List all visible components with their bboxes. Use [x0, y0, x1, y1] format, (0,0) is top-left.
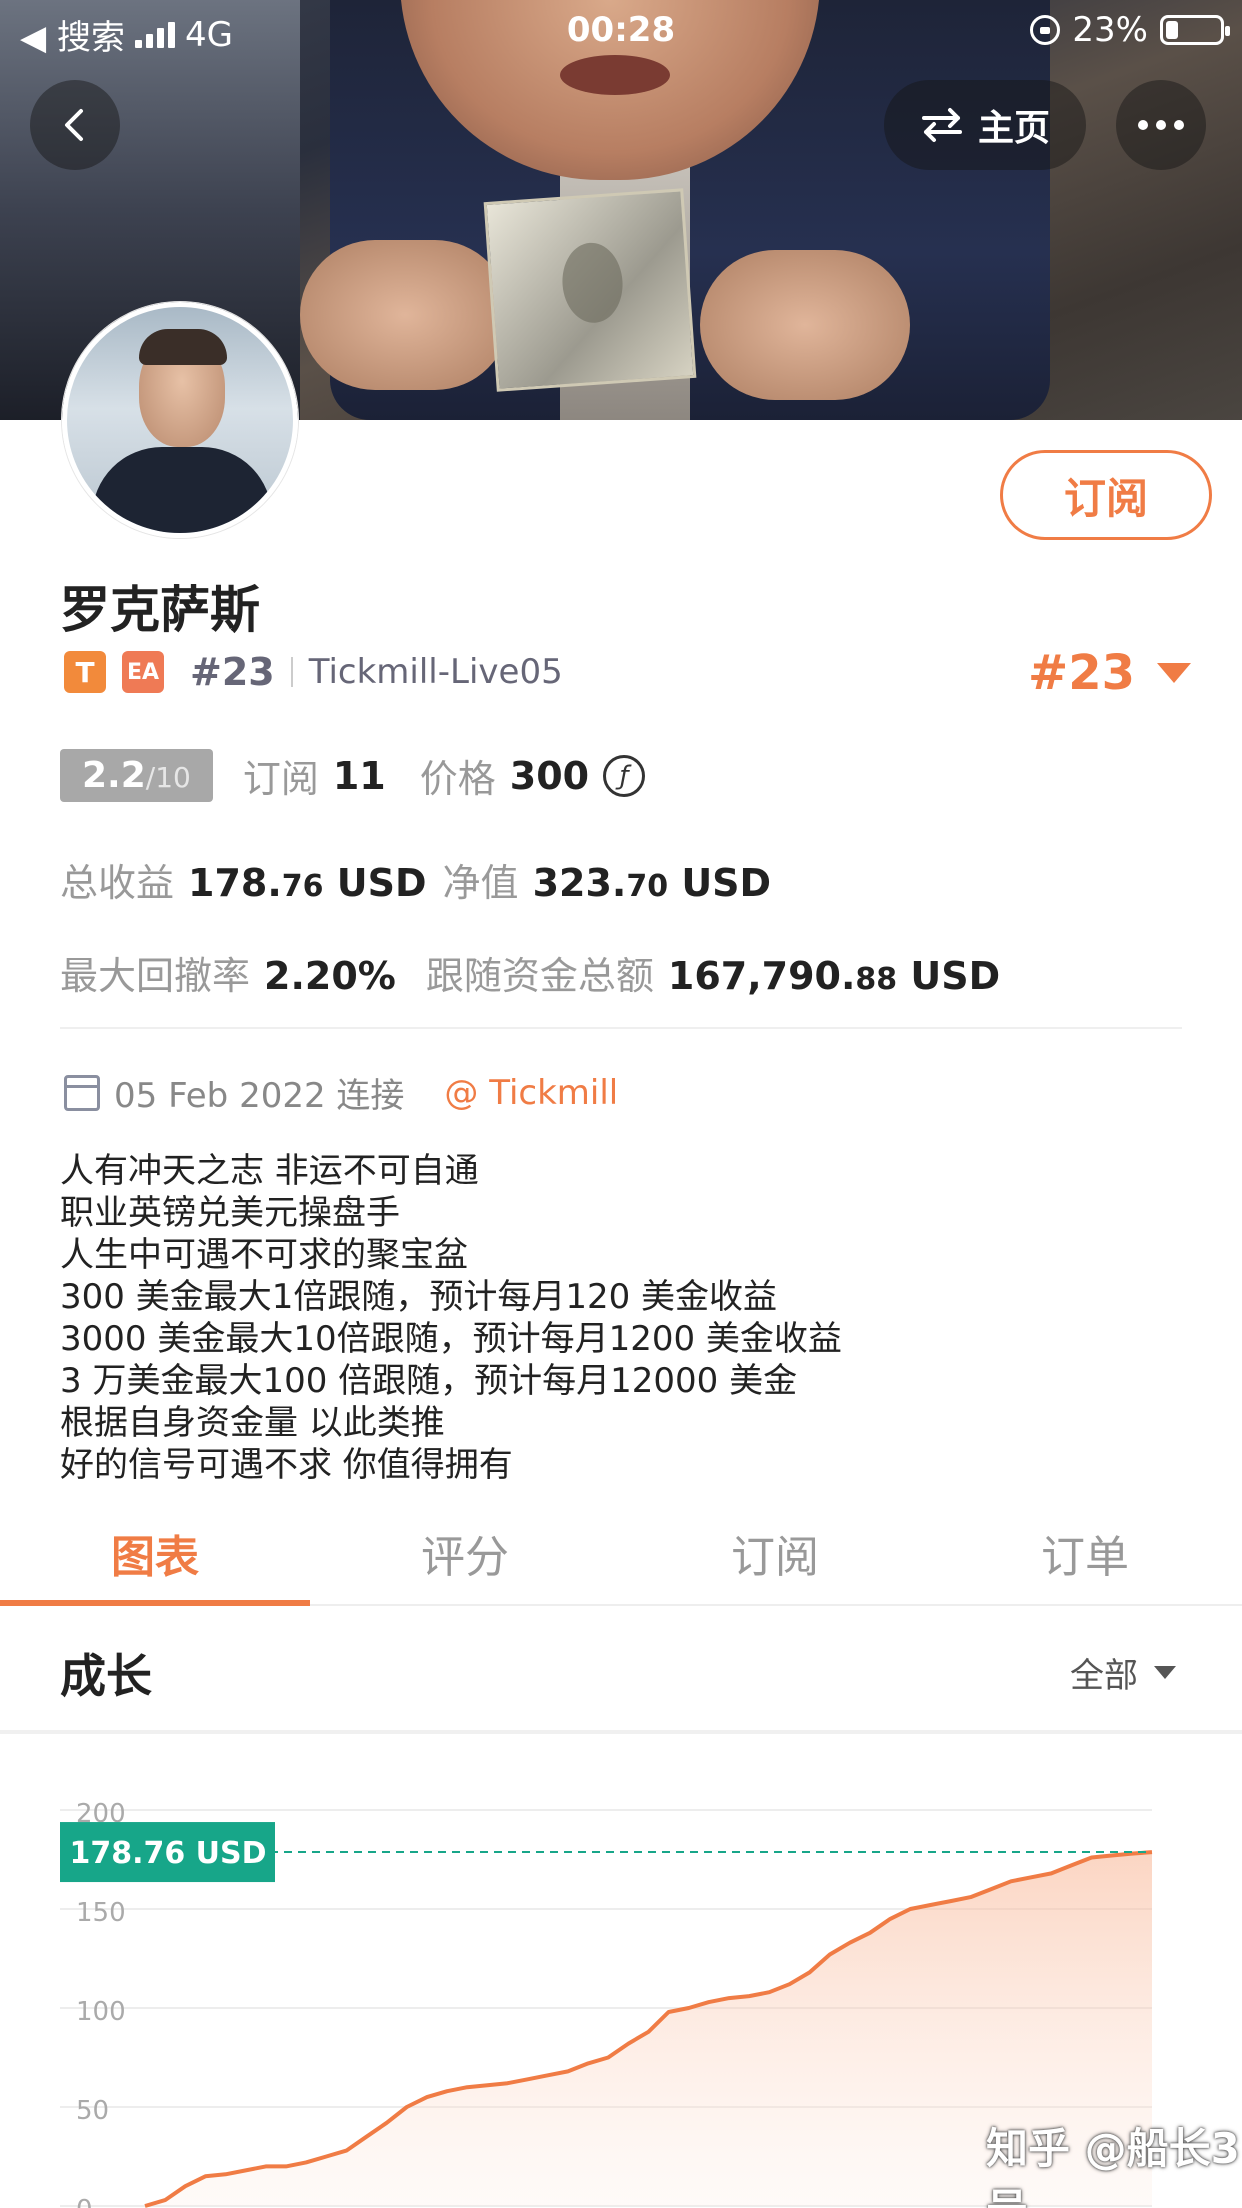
section-divider — [60, 1027, 1182, 1029]
section-band — [0, 1730, 1242, 1734]
server-name: Tickmill-Live05 — [308, 652, 563, 692]
stats-row-1: 2.2/10 订阅 11 价格 300 ƒ — [60, 748, 646, 803]
bio-line: 根据自身资金量 以此类推 — [60, 1403, 445, 1443]
y-tick-label: 100 — [76, 1997, 126, 2027]
profile-tags: T EA #23 Tickmill-Live05 — [64, 650, 563, 694]
score-badge: 2.2/10 — [60, 749, 213, 802]
tab-1[interactable]: 评分 — [310, 1502, 620, 1604]
tab-2[interactable]: 订阅 — [620, 1502, 930, 1604]
rank-dropdown[interactable]: #23 — [1028, 645, 1192, 701]
y-tick-label: 150 — [76, 1898, 126, 1928]
caret-down-icon — [1154, 1666, 1176, 1679]
total-profit-unit: USD — [336, 861, 427, 905]
bio-line: 好的信号可遇不求 你值得拥有 — [60, 1445, 513, 1485]
net-unit: USD — [681, 861, 772, 905]
battery-icon — [1160, 15, 1230, 45]
avatar-body — [92, 447, 272, 533]
caret-down-icon — [1157, 663, 1192, 683]
bio-line: 3000 美金最大10倍跟随，预计每月1200 美金收益 — [60, 1319, 842, 1359]
tab-0[interactable]: 图表 — [0, 1502, 310, 1606]
y-tick-label: 0 — [76, 2195, 93, 2208]
bio-line: 职业英镑兑美元操盘手 — [60, 1193, 400, 1233]
current-value-label: 178.76 USD — [69, 1836, 266, 1871]
tab-3[interactable]: 订单 — [930, 1502, 1240, 1604]
drawdown-label: 最大回撤率 — [60, 954, 251, 998]
chevron-left-icon — [65, 109, 83, 141]
follow-unit: USD — [910, 954, 1001, 998]
bio-line: 3 万美金最大100 倍跟随，预计每月12000 美金 — [60, 1361, 798, 1401]
more-button[interactable] — [1116, 80, 1206, 170]
subscribe-button[interactable]: 订阅 — [1000, 450, 1212, 540]
score-value: 2.2 — [82, 755, 146, 796]
follow-label: 跟随资金总额 — [425, 954, 654, 998]
more-dots-icon — [1138, 120, 1184, 130]
stats-row-2: 总收益 178.76 USD 净值 323.70 USD — [60, 852, 771, 907]
banner-dollar-bill — [483, 188, 697, 392]
tag-ea-badge: EA — [122, 651, 164, 693]
y-tick-label: 50 — [76, 2096, 109, 2126]
net-dec: 70 — [626, 869, 669, 904]
home-button[interactable]: 主页 — [884, 80, 1086, 170]
tab-bar: 图表 评分 订阅 订单 — [0, 1502, 1242, 1606]
battery-fill — [1166, 21, 1178, 39]
connection-date: 05 Feb 2022 连接 — [114, 1076, 405, 1116]
bio-line: 人有冲天之志 非运不可自通 — [60, 1151, 479, 1191]
growth-title: 成长 — [60, 1649, 152, 1703]
net-int: 323. — [532, 861, 627, 905]
rotation-lock-icon — [1030, 15, 1061, 45]
price-value: 300 — [509, 753, 590, 798]
net-label: 净值 — [442, 861, 519, 905]
broker-link[interactable]: @ Tickmill — [444, 1073, 618, 1113]
subscribe-count: 11 — [332, 753, 386, 798]
avatar[interactable] — [62, 302, 298, 538]
rank-small: #23 — [190, 650, 275, 694]
tag-t-badge: T — [64, 651, 106, 693]
battery-percent: 23% — [1072, 10, 1148, 50]
divider — [290, 657, 293, 687]
rank-value: #23 — [1028, 645, 1136, 701]
avatar-hair — [139, 329, 227, 365]
profile-name: 罗克萨斯 — [60, 581, 260, 639]
total-profit-label: 总收益 — [60, 861, 175, 905]
banner-left-hand — [300, 240, 510, 390]
follow-value: 167,790.88 USD — [668, 954, 1000, 998]
net-value: 323.70 USD — [533, 861, 772, 905]
watermark: 知乎 @船长3号 — [986, 2124, 1240, 2208]
total-profit-dec: 76 — [281, 869, 324, 904]
total-profit-int: 178. — [188, 861, 282, 905]
range-filter-label: 全部 — [1070, 1656, 1138, 1696]
coin-icon: ƒ — [603, 754, 646, 797]
subscribe-count-label: 订阅 — [242, 757, 319, 801]
range-filter[interactable]: 全部 — [1070, 1648, 1176, 1697]
calendar-icon — [64, 1074, 100, 1111]
follow-int: 167,790. — [667, 954, 856, 998]
home-label: 主页 — [977, 108, 1050, 149]
back-button[interactable] — [30, 80, 120, 170]
bio-line: 300 美金最大1倍跟随，预计每月120 美金收益 — [60, 1277, 778, 1317]
bio-text: 人有冲天之志 非运不可自通 职业英镑兑美元操盘手 人生中可遇不可求的聚宝盆 300 美… — [60, 1150, 842, 1486]
drawdown-value: 2.20% — [264, 954, 396, 998]
total-profit-value: 178.76 USD — [188, 861, 427, 905]
status-bar: ◀ 搜索 4G 00:28 23% — [0, 0, 1242, 64]
stats-row-3: 最大回撤率 2.20% 跟随资金总额 167,790.88 USD — [60, 945, 1000, 1000]
connection-meta: 05 Feb 2022 连接 @ Tickmill — [64, 1068, 618, 1117]
banner-right-hand — [700, 250, 910, 400]
bio-line: 人生中可遇不可求的聚宝盆 — [60, 1235, 468, 1275]
price-label: 价格 — [419, 757, 496, 801]
switch-arrows-icon — [921, 108, 962, 142]
score-max: /10 — [145, 761, 191, 794]
status-right: 23% — [1030, 10, 1230, 50]
follow-dec: 88 — [855, 962, 898, 997]
